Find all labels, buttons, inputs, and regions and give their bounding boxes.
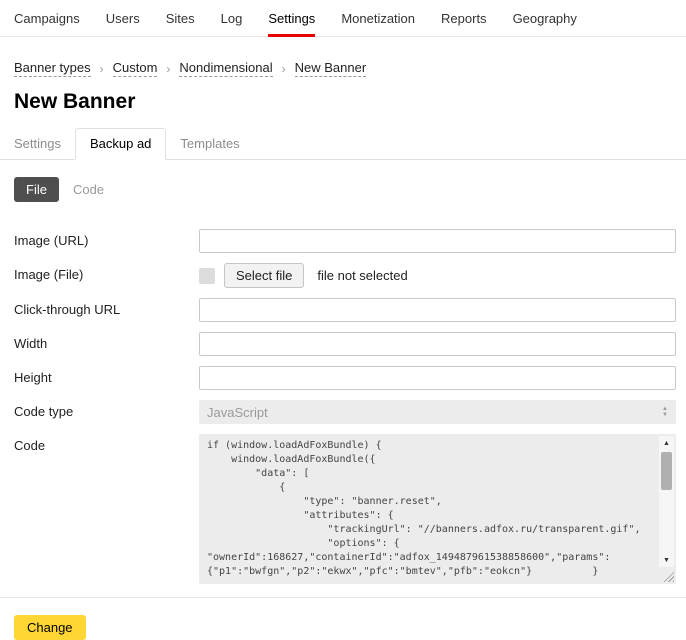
scroll-up-icon[interactable]: ▲ bbox=[659, 436, 674, 450]
image-url-row: Image (URL) bbox=[14, 229, 686, 253]
breadcrumb-separator: › bbox=[282, 62, 286, 76]
width-row: Width bbox=[14, 332, 686, 356]
scroll-down-icon[interactable]: ▼ bbox=[659, 553, 674, 567]
nav-item-reports[interactable]: Reports bbox=[441, 0, 487, 36]
code-textarea[interactable]: if (window.loadAdFoxBundle) { window.loa… bbox=[199, 434, 676, 584]
breadcrumb-banner-types[interactable]: Banner types bbox=[14, 60, 91, 77]
code-toggle-button[interactable]: Code bbox=[73, 182, 104, 197]
breadcrumb-separator: › bbox=[100, 62, 104, 76]
click-url-label: Click-through URL bbox=[14, 298, 199, 317]
change-button[interactable]: Change bbox=[14, 615, 86, 640]
code-type-value: JavaScript bbox=[207, 405, 268, 420]
height-row: Height bbox=[14, 366, 686, 390]
nav-item-geography[interactable]: Geography bbox=[513, 0, 577, 36]
breadcrumb-custom[interactable]: Custom bbox=[113, 60, 158, 77]
code-type-select[interactable]: JavaScript ▲ ▼ bbox=[199, 400, 676, 424]
footer-divider bbox=[0, 597, 686, 598]
code-type-row: Code type JavaScript ▲ ▼ bbox=[14, 400, 686, 424]
image-file-label: Image (File) bbox=[14, 263, 199, 282]
code-row: Code if (window.loadAdFoxBundle) { windo… bbox=[14, 434, 686, 584]
file-status-text: file not selected bbox=[317, 268, 407, 283]
nav-item-settings[interactable]: Settings bbox=[268, 0, 315, 36]
width-label: Width bbox=[14, 332, 199, 351]
nav-item-users[interactable]: Users bbox=[106, 0, 140, 36]
breadcrumb-nondimensional[interactable]: Nondimensional bbox=[179, 60, 272, 77]
code-type-label: Code type bbox=[14, 400, 199, 419]
tab-templates[interactable]: Templates bbox=[166, 129, 253, 159]
tab-bar: Settings Backup ad Templates bbox=[0, 128, 686, 160]
image-file-row: Image (File) Select file file not select… bbox=[14, 263, 686, 288]
code-scrollbar[interactable]: ▲ ▼ bbox=[659, 436, 674, 567]
backup-ad-form: Image (URL) Image (File) Select file fil… bbox=[0, 229, 686, 584]
tab-backup-ad[interactable]: Backup ad bbox=[75, 128, 166, 160]
top-nav: Campaigns Users Sites Log Settings Monet… bbox=[0, 0, 686, 37]
backup-type-toggle: File Code bbox=[14, 177, 686, 202]
breadcrumb-separator: › bbox=[166, 62, 170, 76]
file-toggle-button[interactable]: File bbox=[14, 177, 59, 202]
code-label: Code bbox=[14, 434, 199, 453]
width-input[interactable] bbox=[199, 332, 676, 356]
select-updown-icon: ▲ ▼ bbox=[662, 406, 668, 418]
nav-item-campaigns[interactable]: Campaigns bbox=[14, 0, 80, 36]
nav-item-log[interactable]: Log bbox=[221, 0, 243, 36]
nav-item-monetization[interactable]: Monetization bbox=[341, 0, 415, 36]
page-title: New Banner bbox=[14, 90, 686, 114]
click-url-row: Click-through URL bbox=[14, 298, 686, 322]
code-content: if (window.loadAdFoxBundle) { window.loa… bbox=[199, 434, 676, 584]
select-file-button[interactable]: Select file bbox=[224, 263, 304, 288]
nav-item-sites[interactable]: Sites bbox=[166, 0, 195, 36]
breadcrumb: Banner types › Custom › Nondimensional ›… bbox=[14, 60, 686, 77]
scrollbar-thumb[interactable] bbox=[661, 452, 672, 490]
click-through-url-input[interactable] bbox=[199, 298, 676, 322]
height-label: Height bbox=[14, 366, 199, 385]
height-input[interactable] bbox=[199, 366, 676, 390]
breadcrumb-new-banner[interactable]: New Banner bbox=[295, 60, 367, 77]
image-url-label: Image (URL) bbox=[14, 229, 199, 248]
image-file-checkbox[interactable] bbox=[199, 268, 215, 284]
tab-settings[interactable]: Settings bbox=[14, 129, 75, 159]
image-url-input[interactable] bbox=[199, 229, 676, 253]
